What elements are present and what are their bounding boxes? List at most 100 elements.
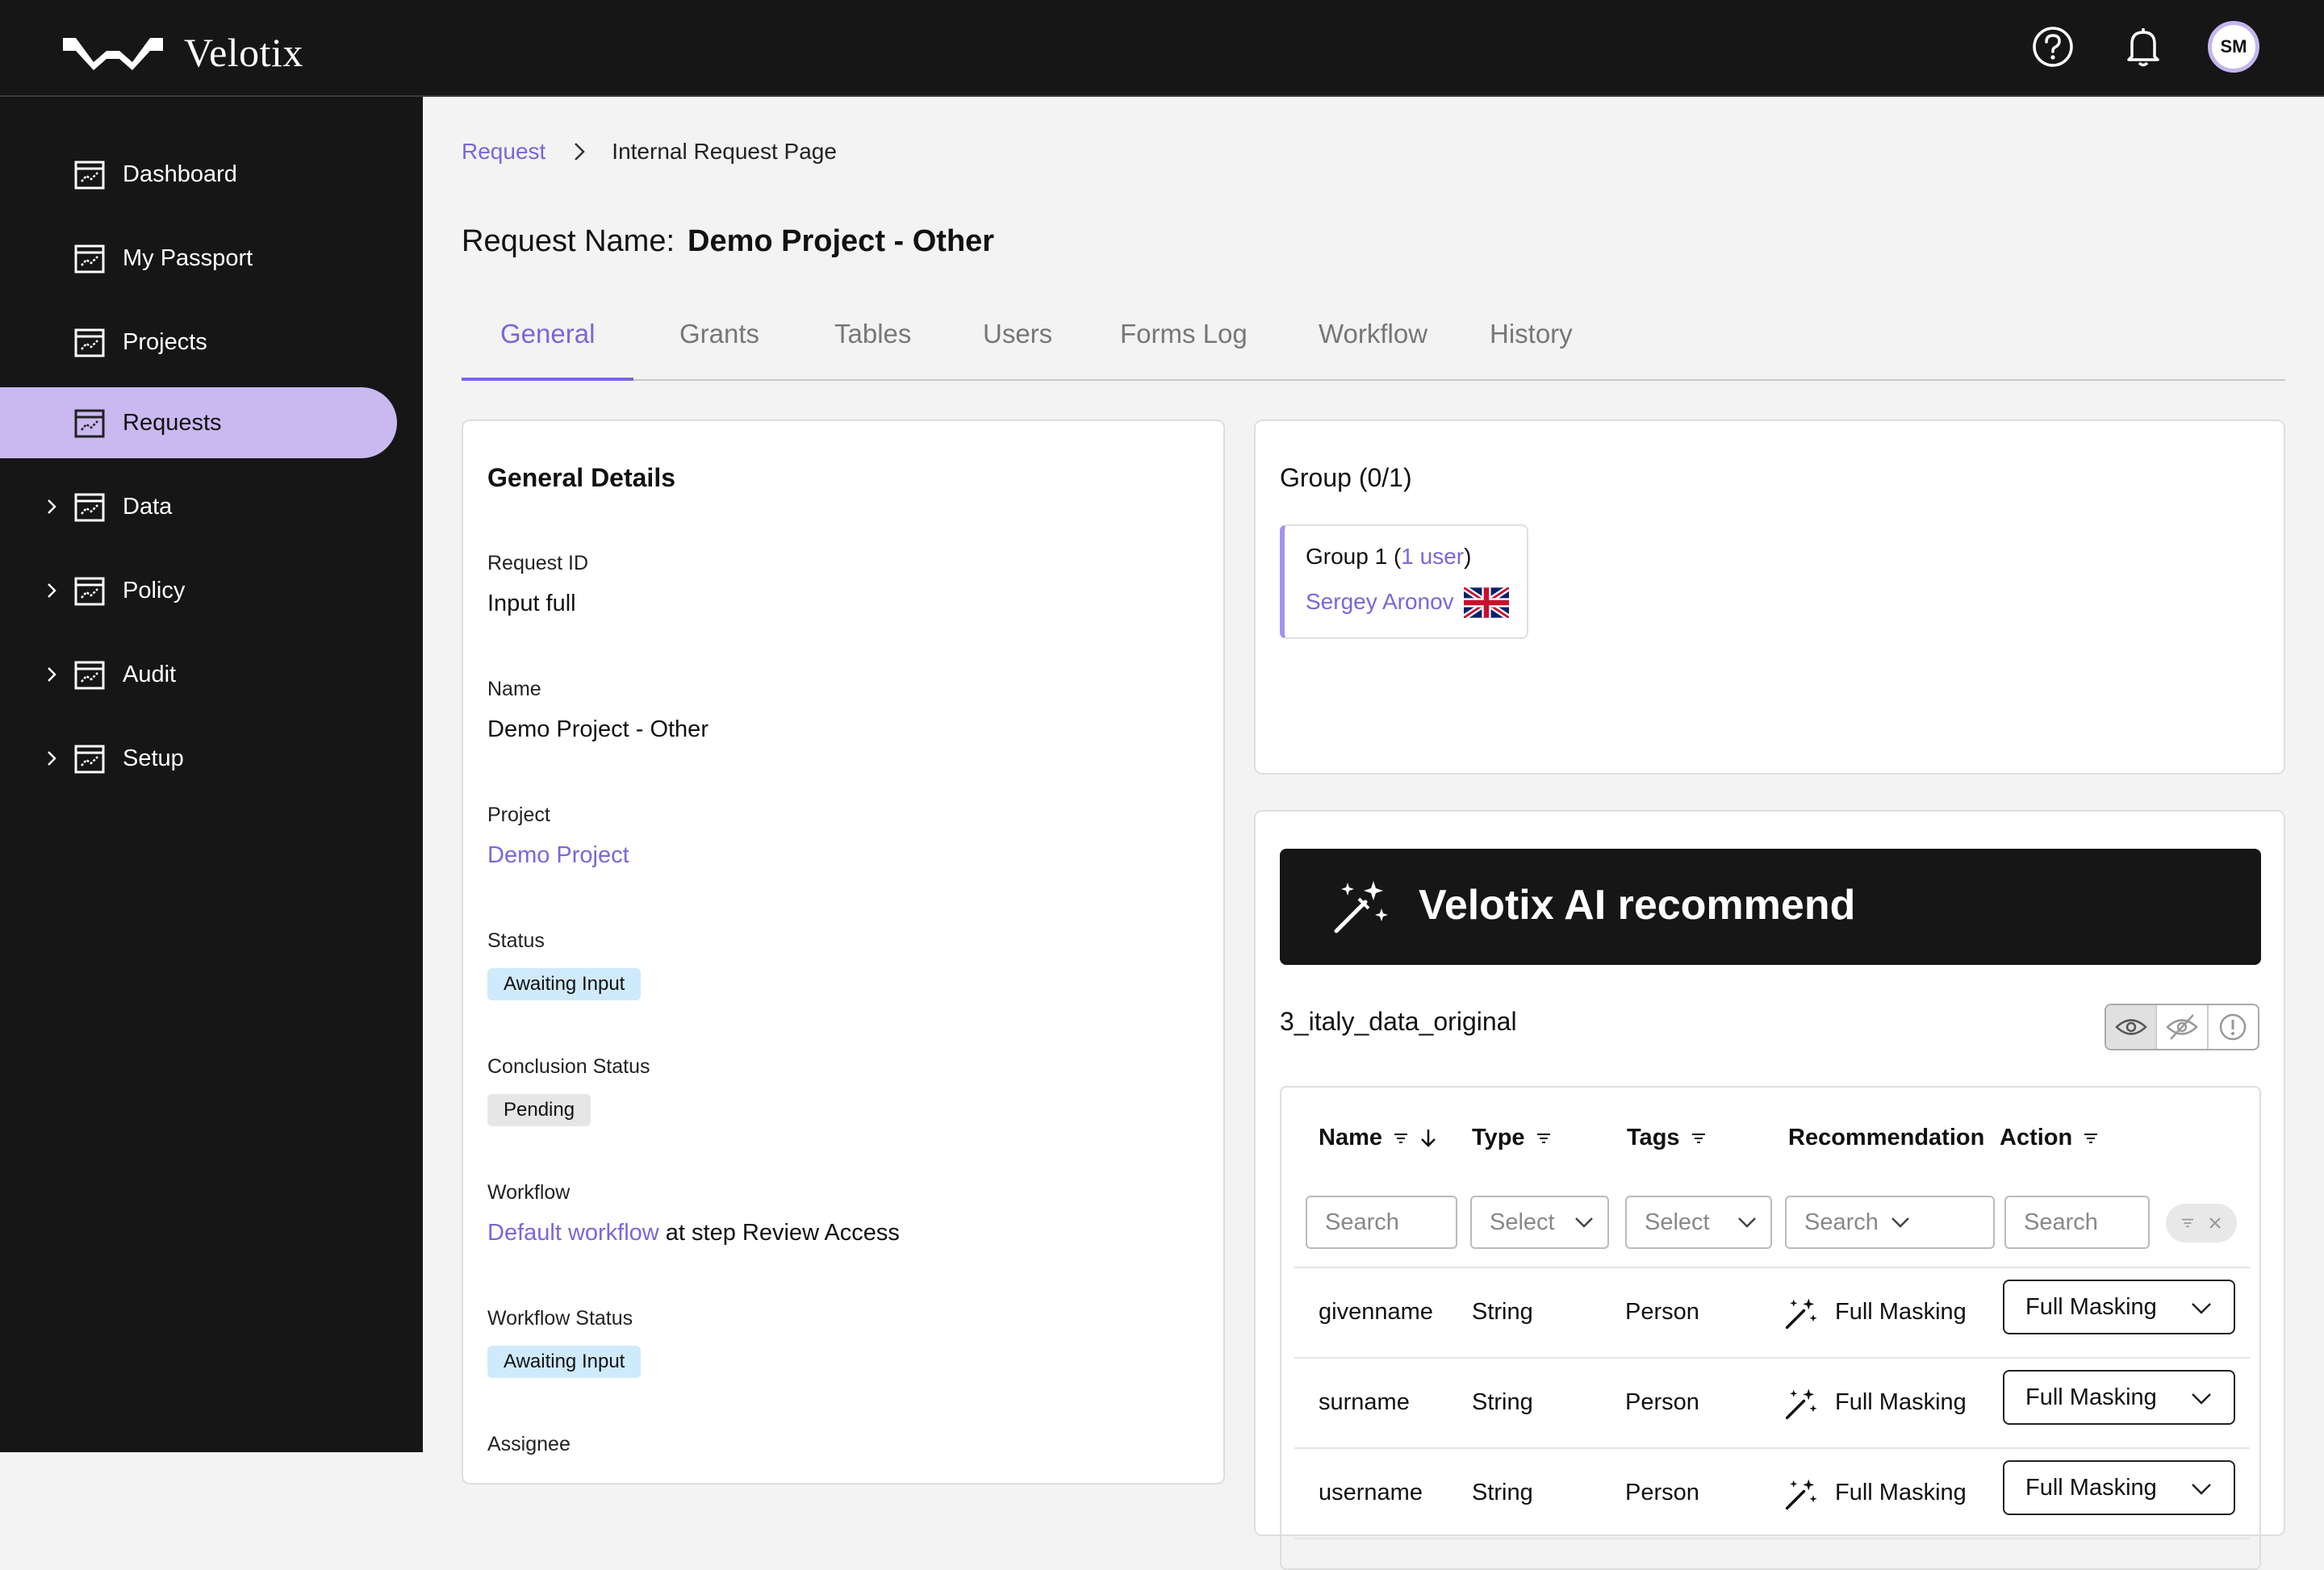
group-name: Group 1 (1 user) — [1306, 544, 1471, 570]
filter-icon[interactable] — [1394, 1132, 1408, 1145]
workflow-label: Workflow — [487, 1181, 571, 1204]
tab-grants[interactable]: Grants — [641, 290, 798, 381]
tab-forms-log[interactable]: Forms Log — [1081, 290, 1286, 381]
group-users-link[interactable]: 1 user — [1401, 544, 1464, 569]
sidebar-item-policy[interactable]: Policy — [0, 555, 397, 626]
action-select[interactable]: Full Masking — [2003, 1280, 2235, 1334]
page-title: Request Name: Demo Project - Other — [462, 224, 994, 259]
chevron-right-icon — [48, 499, 56, 514]
cell-type: String — [1472, 1299, 1533, 1325]
status-badge: Awaiting Input — [487, 968, 642, 1000]
sidebar-item-data[interactable]: Data — [0, 471, 397, 542]
workflow-link[interactable]: Default workflow — [487, 1220, 659, 1246]
request-name-label: Request Name: — [462, 224, 675, 258]
column-header-label: Type — [1472, 1125, 1525, 1150]
sidebar-item-setup[interactable]: Setup — [0, 723, 397, 794]
breadcrumb-current: Internal Request Page — [612, 139, 837, 164]
action-select[interactable]: Full Masking — [2003, 1370, 2235, 1425]
user-avatar[interactable]: SM — [2208, 21, 2259, 73]
breadcrumb-request-link[interactable]: Request — [462, 139, 545, 165]
table-row — [1294, 1538, 2250, 1568]
workflow-step: at step Review Access — [658, 1220, 900, 1246]
tab-tables[interactable]: Tables — [796, 290, 950, 381]
tab-history[interactable]: History — [1451, 290, 1611, 381]
name-label: Name — [487, 678, 541, 700]
chevron-down-icon — [2192, 1393, 2211, 1405]
column-header-recommendation[interactable]: Recommendation — [1788, 1125, 1984, 1151]
show-visible-button[interactable] — [2106, 1005, 2158, 1049]
name-search-input[interactable]: Search — [1306, 1196, 1457, 1249]
sidebar-item-audit[interactable]: Audit — [0, 639, 397, 710]
tab-users[interactable]: Users — [944, 290, 1091, 381]
tab-workflow[interactable]: Workflow — [1280, 290, 1466, 381]
filter-icon[interactable] — [1536, 1132, 1551, 1145]
cell-recommendation: Full Masking — [1835, 1299, 1967, 1325]
close-icon — [2209, 1217, 2221, 1229]
action-select-value: Full Masking — [2025, 1294, 2157, 1320]
filter-icon[interactable] — [1691, 1132, 1706, 1145]
table-row: givenname String Person Full Masking Ful… — [1294, 1267, 2250, 1357]
sidebar-item-label: Data — [123, 493, 173, 520]
cell-recommendation: Full Masking — [1835, 1389, 1967, 1415]
conclusion-status-label: Conclusion Status — [487, 1055, 650, 1078]
ai-banner: Velotix AI recommend — [1280, 849, 2261, 965]
sidebar-item-label: My Passport — [123, 244, 253, 271]
table-row: surname String Person Full Masking Full … — [1294, 1357, 2250, 1447]
chevron-down-icon — [1891, 1217, 1909, 1228]
type-select[interactable]: Select — [1470, 1196, 1609, 1249]
project-link[interactable]: Demo Project — [487, 842, 629, 869]
velotix-logo[interactable]: Velotix — [63, 29, 303, 76]
ai-banner-title: Velotix AI recommend — [1419, 882, 1856, 929]
cell-recommendation: Full Masking — [1835, 1480, 1967, 1505]
group-card: Group (0/1) Group 1 (1 user) Sergey Aron… — [1254, 420, 2285, 775]
velotix-logo-mark — [63, 38, 163, 70]
tab-general[interactable]: General — [462, 290, 634, 381]
sidebar-item-label: Projects — [123, 328, 207, 355]
sidebar-item-projects[interactable]: Projects — [0, 307, 397, 378]
column-header-name[interactable]: Name — [1319, 1125, 1437, 1151]
show-hidden-button[interactable] — [2157, 1005, 2209, 1049]
cell-name: username — [1319, 1480, 1423, 1505]
group-name-text: Group 1 ( — [1306, 544, 1402, 569]
general-details-card: General Details Request ID Input full Na… — [462, 420, 1225, 1484]
clear-filters-button[interactable] — [2166, 1204, 2237, 1242]
help-icon[interactable] — [2027, 21, 2079, 73]
filter-icon[interactable] — [2084, 1132, 2098, 1145]
group-title: Group (0/1) — [1280, 463, 1412, 492]
eye-off-icon — [2166, 1014, 2198, 1040]
request-name: Demo Project - Other — [688, 224, 995, 258]
notification-bell-icon[interactable] — [2117, 21, 2169, 73]
column-header-label: Recommendation — [1788, 1125, 1985, 1150]
show-warnings-button[interactable] — [2209, 1005, 2258, 1049]
chevron-right-icon — [48, 583, 56, 598]
sort-down-icon[interactable] — [1419, 1128, 1437, 1149]
cell-type: String — [1472, 1389, 1533, 1415]
column-header-action[interactable]: Action — [2000, 1125, 2098, 1151]
sidebar-item-label: Dashboard — [123, 161, 237, 187]
sidebar-item-label: Requests — [123, 409, 222, 436]
ai-recommend-card: Velotix AI recommend 3_italy_data_origin… — [1254, 810, 2285, 1570]
project-label: Project — [487, 804, 550, 826]
sidebar-item-dashboard[interactable]: Dashboard — [0, 139, 397, 210]
calendar-chart-icon — [74, 745, 105, 774]
tags-select[interactable]: Select — [1625, 1196, 1772, 1249]
calendar-chart-icon — [74, 577, 105, 606]
dataset-name: 3_italy_data_original — [1280, 1007, 1517, 1036]
app-name: Velotix — [184, 30, 303, 75]
column-header-tags[interactable]: Tags — [1627, 1125, 1706, 1151]
action-select[interactable]: Full Masking — [2003, 1460, 2235, 1515]
action-search-input[interactable]: Search — [2004, 1196, 2150, 1249]
calendar-chart-icon — [74, 161, 105, 190]
column-header-type[interactable]: Type — [1472, 1125, 1551, 1151]
column-header-label: Action — [2000, 1125, 2073, 1150]
workflow-value: Default workflow at step Review Access — [487, 1220, 900, 1246]
cell-type: String — [1472, 1480, 1533, 1505]
group-member-link[interactable]: Sergey Aronov — [1306, 589, 1454, 615]
main-content: Request Internal Request Page Request Na… — [423, 97, 2324, 1570]
cell-tags: Person — [1625, 1480, 1699, 1505]
request-id-value: Input full — [487, 591, 576, 616]
recommendation-search-input[interactable]: Search — [1785, 1196, 1995, 1249]
sidebar-item-requests[interactable]: Requests — [0, 387, 397, 458]
sidebar-item-my-passport[interactable]: My Passport — [0, 223, 397, 294]
calendar-chart-icon — [74, 409, 105, 438]
